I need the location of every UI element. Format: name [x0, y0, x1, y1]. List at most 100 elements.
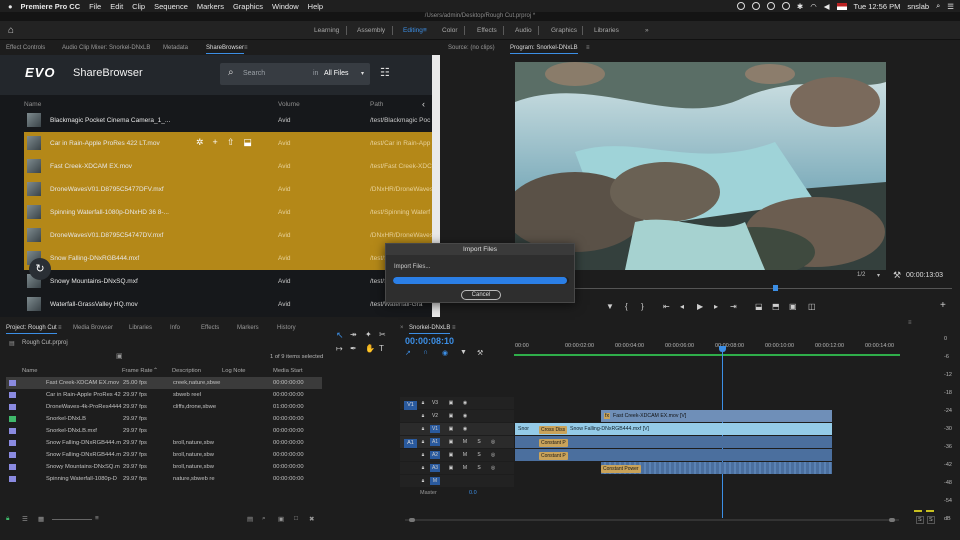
track-target[interactable]: V3: [430, 399, 440, 407]
menu-edit[interactable]: Edit: [110, 2, 123, 11]
constant-power-a2[interactable]: Constant P: [539, 452, 568, 460]
mark-out-icon[interactable]: }: [641, 302, 644, 311]
solo-left-button[interactable]: S: [916, 516, 924, 524]
lock-icon[interactable]: 🔒︎: [6, 515, 9, 523]
new-bin-icon[interactable]: ▣: [278, 515, 284, 523]
playhead-handle[interactable]: [719, 346, 726, 352]
project-item-row[interactable]: Spinning Waterfall-1080p-D 29.97 fps natur…: [6, 473, 322, 485]
clip-v1b[interactable]: Snow Falling-DNxRGB444.mxf [V]: [567, 423, 832, 435]
workspace-effects[interactable]: Effects: [477, 21, 497, 40]
snap-icon[interactable]: ∩: [423, 349, 428, 356]
menu-clip[interactable]: Clip: [132, 2, 145, 11]
project-item-row[interactable]: Snorkel-DNxLB.mxf 29.97 fps 00:00:00:00: [6, 425, 322, 437]
share-icon[interactable]: ⇧: [227, 137, 235, 148]
project-item-row[interactable]: Snorkel-DNxLB 29.97 fps 00:00:00:00: [6, 413, 322, 425]
nest-icon[interactable]: ↗: [405, 349, 411, 357]
filter-settings-icon[interactable]: ☷: [380, 66, 390, 79]
panel-menu-icon[interactable]: ≡: [586, 41, 590, 55]
panel-menu-icon[interactable]: ≡: [452, 321, 456, 335]
solo-button[interactable]: S: [474, 464, 484, 472]
file-row[interactable]: Snowy Mountains-DNxSQ.mxfAvid/test/Snowy…: [24, 270, 432, 293]
status-icon[interactable]: [781, 2, 790, 10]
workspace-assembly[interactable]: Assembly: [357, 21, 385, 40]
constant-power-a1[interactable]: Constant P: [539, 439, 568, 447]
project-item-row[interactable]: Snowy Mountains-DNxSQ.m 29.97 fps broll,na…: [6, 461, 322, 473]
camera-icon[interactable]: ▣: [789, 302, 797, 311]
step-back-icon[interactable]: ◂: [680, 302, 684, 311]
solo-button[interactable]: S: [474, 451, 484, 459]
file-row[interactable]: DroneWavesV01.D8795C5477DFV.mxf Avid/DNxH…: [24, 178, 432, 201]
lock-icon[interactable]: 🔒︎: [418, 464, 428, 472]
play-icon[interactable]: ▶: [697, 302, 703, 311]
linked-icon[interactable]: ◉: [442, 349, 448, 357]
ripple-edit-icon[interactable]: ✦: [365, 330, 372, 339]
compare-icon[interactable]: ◫: [808, 302, 816, 311]
find-icon[interactable]: ⌕: [262, 515, 266, 523]
eye-icon[interactable]: ◉: [460, 399, 470, 407]
constant-power-a3[interactable]: Constant Power: [601, 465, 641, 473]
sort-icon[interactable]: ⌃: [153, 367, 158, 374]
microphone-icon[interactable]: ◎: [488, 451, 498, 459]
cc-icon[interactable]: [766, 2, 775, 10]
razor-tool-icon[interactable]: ✂: [379, 330, 386, 339]
search-icon[interactable]: ⌕: [936, 1, 940, 11]
status-icon[interactable]: [751, 2, 760, 10]
playhead-marker[interactable]: [773, 285, 778, 291]
playback-resolution[interactable]: 1/2: [857, 272, 865, 278]
tab-effect-controls[interactable]: Effect Controls: [6, 41, 45, 55]
column-name[interactable]: Name: [22, 368, 37, 374]
selection-tool-icon[interactable]: ↖: [336, 330, 344, 341]
track-target[interactable]: A1: [430, 438, 440, 446]
home-icon[interactable]: ⌂: [8, 21, 14, 40]
wrench-icon[interactable]: ⚒: [893, 270, 901, 281]
search-scope-dropdown[interactable]: All Files: [324, 70, 349, 77]
lock-icon[interactable]: 🔒︎: [418, 477, 428, 485]
project-item-row[interactable]: DroneWaves-4k-ProRes4444 29.97 fps cliffs,…: [6, 401, 322, 413]
workspace-editing[interactable]: Editing: [403, 21, 423, 40]
clip-v2[interactable]: fx Fast Creek-XDCAM EX.mov [V]: [601, 410, 832, 422]
microphone-icon[interactable]: ◎: [488, 438, 498, 446]
user-name[interactable]: snslab: [907, 2, 929, 11]
solo-right-button[interactable]: S: [927, 516, 935, 524]
sync-lock-icon[interactable]: ▣: [446, 464, 456, 472]
tab-project[interactable]: Project: Rough Cut: [6, 321, 57, 335]
file-row[interactable]: Car in Rain-Apple ProRes 422 LT.mov Avid /…: [24, 132, 432, 155]
track-target[interactable]: M: [430, 477, 440, 485]
tab-libraries[interactable]: Libraries: [129, 321, 152, 335]
tab-info[interactable]: Info: [170, 321, 180, 335]
mute-button[interactable]: M: [460, 451, 470, 459]
more-workspaces[interactable]: »: [645, 21, 649, 40]
solo-button[interactable]: S: [474, 438, 484, 446]
column-path[interactable]: Path: [370, 101, 383, 108]
panel-menu-icon[interactable]: ≡: [58, 321, 62, 335]
file-row[interactable]: DroneWavesV01.D8795C54747DV.mxf Avid/DNxH…: [24, 224, 432, 247]
panel-menu-icon[interactable]: ≡: [244, 41, 248, 55]
close-icon[interactable]: ×: [400, 321, 404, 335]
app-menu[interactable]: Premiere Pro CC: [21, 2, 81, 11]
eye-icon[interactable]: ◉: [460, 425, 470, 433]
column-description[interactable]: Description: [172, 368, 201, 374]
tab-history[interactable]: History: [277, 321, 296, 335]
tab-effects[interactable]: Effects: [201, 321, 219, 335]
lock-icon[interactable]: 🔒︎: [418, 399, 428, 407]
new-bin-icon[interactable]: ▣: [116, 352, 123, 360]
sync-lock-icon[interactable]: ▣: [446, 412, 456, 420]
cancel-button[interactable]: Cancel: [461, 290, 501, 300]
workspace-graphics[interactable]: Graphics: [551, 21, 577, 40]
column-volume[interactable]: Volume: [278, 101, 300, 108]
panel-menu-icon[interactable]: ≡: [908, 320, 912, 326]
lock-icon[interactable]: 🔒︎: [418, 412, 428, 420]
workspace-menu-icon[interactable]: ≡: [423, 21, 427, 40]
column-media-start[interactable]: Media Start: [273, 368, 303, 374]
column-name[interactable]: Name: [24, 101, 41, 108]
go-to-in-icon[interactable]: ⇤: [663, 302, 670, 311]
source-patch-a1[interactable]: A1: [404, 439, 417, 448]
link-icon[interactable]: ✲: [196, 137, 204, 148]
workspace-audio[interactable]: Audio: [515, 21, 532, 40]
sync-lock-icon[interactable]: ▣: [446, 451, 456, 459]
workspace-libraries[interactable]: Libraries: [594, 21, 619, 40]
tab-metadata[interactable]: Metadata: [163, 41, 188, 55]
type-tool-icon[interactable]: T: [379, 344, 384, 353]
menu-window[interactable]: Window: [272, 2, 299, 11]
flag-icon[interactable]: [836, 2, 847, 10]
